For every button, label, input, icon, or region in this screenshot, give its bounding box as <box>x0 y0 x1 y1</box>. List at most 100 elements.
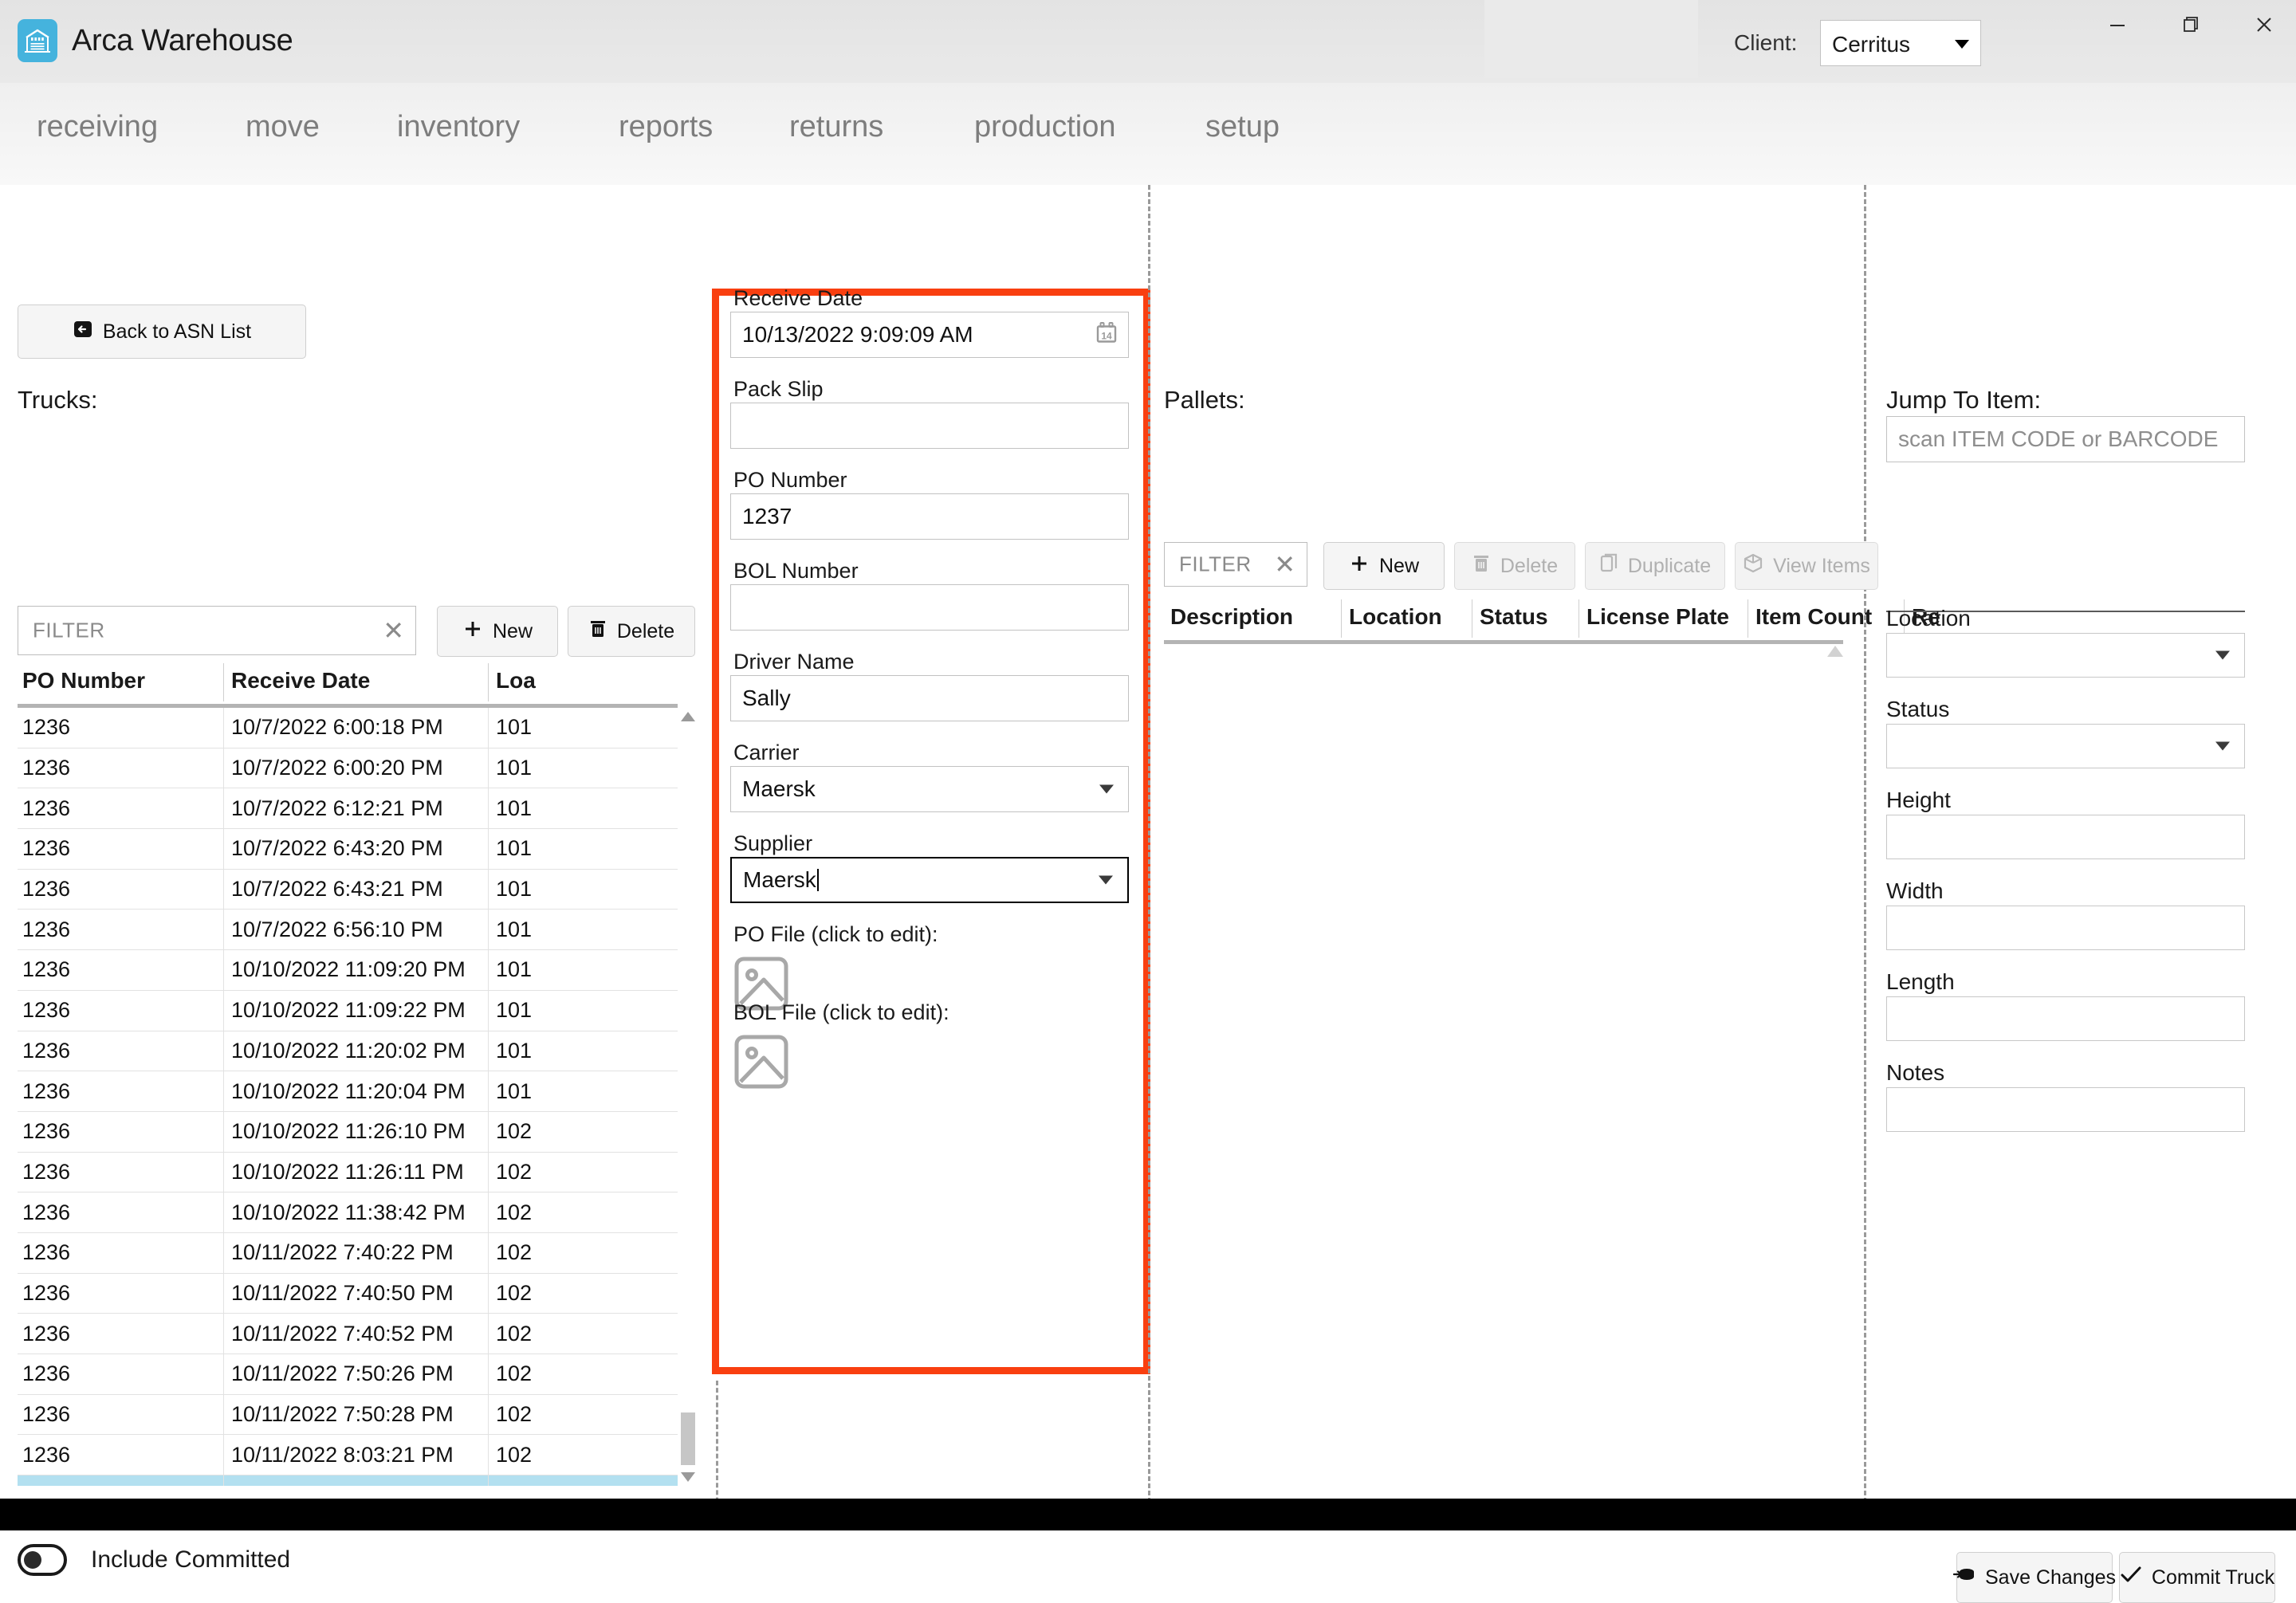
table-row[interactable]: 1236 10/10/2022 11:20:02 PM 1019 <box>18 1031 678 1072</box>
trucks-vertical-scrollbar[interactable] <box>679 708 697 1486</box>
status-label: Status <box>1886 697 1950 721</box>
table-row[interactable]: 1236 10/10/2022 11:38:42 PM 1020 <box>18 1192 678 1233</box>
cell-receive-date: 10/11/2022 7:50:26 PM <box>231 1361 454 1386</box>
client-dropdown[interactable]: Cerritus <box>1820 20 1981 66</box>
table-row[interactable]: 1236 10/11/2022 8:03:21 PM 1022 <box>18 1435 678 1476</box>
cell-po-number: 1236 <box>22 756 71 780</box>
table-row[interactable]: 1236 10/7/2022 6:56:10 PM 1018 <box>18 910 678 951</box>
back-arrow-icon <box>73 319 93 345</box>
trucks-scroll-thumb[interactable] <box>681 1412 695 1465</box>
receive-date-input[interactable]: 10/13/2022 9:09:09 AM 14 <box>730 312 1129 358</box>
table-row[interactable]: 1236 10/10/2022 11:09:22 PM 1019 <box>18 990 678 1031</box>
cell-divider <box>223 1435 224 1475</box>
table-row[interactable]: 1236 10/7/2022 6:12:21 PM 1016 <box>18 788 678 830</box>
calendar-icon[interactable]: 14 <box>1095 321 1119 349</box>
scroll-down-arrow-icon[interactable] <box>679 1468 697 1486</box>
bol-number-input[interactable] <box>730 584 1129 631</box>
cell-divider <box>488 1435 489 1475</box>
cell-divider <box>223 829 224 869</box>
nav-item-production[interactable]: production <box>974 110 1115 144</box>
table-row[interactable]: 1236 10/11/2022 7:40:52 PM 1021 <box>18 1314 678 1354</box>
cell-load: 1019 <box>496 1078 531 1103</box>
cell-po-number: 1236 <box>22 796 71 820</box>
pack-slip-input[interactable] <box>730 403 1129 449</box>
table-row[interactable]: 1236 10/11/2022 7:50:26 PM 1021 <box>18 1354 678 1395</box>
table-row[interactable]: 1237 10/13/2022 9:09:09 AM 0 <box>18 1475 678 1486</box>
length-input[interactable] <box>1886 996 2245 1041</box>
carrier-dropdown[interactable]: Maersk <box>730 766 1129 812</box>
column-header-item-count[interactable]: Item Count <box>1755 604 1872 630</box>
status-dropdown[interactable] <box>1886 724 2245 768</box>
notes-label: Notes <box>1886 1060 1945 1085</box>
include-committed-row: Include Committed <box>18 1544 290 1576</box>
column-header-po-number[interactable]: PO Number <box>22 668 222 693</box>
table-row[interactable]: 1236 10/10/2022 11:26:10 PM 1020 <box>18 1111 678 1153</box>
cell-divider <box>488 708 489 748</box>
maximize-button[interactable] <box>2154 0 2227 49</box>
column-header-load[interactable]: Loa <box>496 668 536 693</box>
cell-load: 1022 <box>496 1402 531 1427</box>
chevron-down-icon <box>1955 40 1969 49</box>
nav-item-returns[interactable]: returns <box>789 110 883 144</box>
trucks-delete-button[interactable]: Delete <box>568 606 695 657</box>
notes-input[interactable] <box>1886 1087 2245 1132</box>
cell-po-number: 1236 <box>22 1361 71 1386</box>
table-row[interactable]: 1236 10/11/2022 7:40:50 PM 1021 <box>18 1273 678 1314</box>
scroll-up-arrow-icon[interactable] <box>679 708 697 725</box>
height-input[interactable] <box>1886 815 2245 859</box>
nav-item-receiving[interactable]: receiving <box>37 110 158 144</box>
save-changes-button[interactable]: Save Changes <box>1952 1552 2116 1603</box>
jump-to-item-input[interactable]: scan ITEM CODE or BARCODE <box>1886 416 2245 462</box>
driver-name-input[interactable]: Sally <box>730 675 1129 721</box>
clear-x-icon[interactable]: ✕ <box>383 618 404 643</box>
nav-item-setup[interactable]: setup <box>1205 110 1280 144</box>
trucks-filter-input[interactable]: FILTER ✕ <box>18 606 416 655</box>
nav-item-move[interactable]: move <box>246 110 320 144</box>
column-header-location[interactable]: Location <box>1349 604 1442 630</box>
bol-file-image-placeholder-icon[interactable] <box>733 1032 789 1095</box>
table-row[interactable]: 1236 10/10/2022 11:09:20 PM 1019 <box>18 950 678 991</box>
table-row[interactable]: 1236 10/7/2022 6:43:20 PM 1017 <box>18 829 678 870</box>
table-row[interactable]: 1236 10/7/2022 6:00:20 PM 1016 <box>18 748 678 789</box>
nav-item-inventory[interactable]: inventory <box>397 110 520 144</box>
pallets-section-label: Pallets: <box>1164 386 1245 414</box>
table-row[interactable]: 1236 10/7/2022 6:43:21 PM 1017 <box>18 869 678 910</box>
minimize-button[interactable] <box>2081 0 2154 49</box>
pallets-view-items-label: View Items <box>1773 554 1870 577</box>
column-header-status[interactable]: Status <box>1480 604 1548 630</box>
scroll-up-arrow-icon[interactable] <box>1826 644 1845 662</box>
back-to-asn-list-button[interactable]: Back to ASN List <box>18 304 306 359</box>
column-header-description[interactable]: Description <box>1170 604 1293 630</box>
close-button[interactable] <box>2227 0 2296 49</box>
po-number-input[interactable]: 1237 <box>730 493 1129 540</box>
pallets-duplicate-button[interactable]: Duplicate <box>1585 542 1725 590</box>
cell-divider <box>223 1152 224 1192</box>
pallets-delete-button[interactable]: Delete <box>1454 542 1575 590</box>
pallets-new-button[interactable]: New <box>1323 542 1445 590</box>
table-row[interactable]: 1236 10/11/2022 7:50:28 PM 1022 <box>18 1394 678 1436</box>
location-dropdown[interactable] <box>1886 633 2245 678</box>
bol-number-label: BOL Number <box>733 559 859 583</box>
trucks-new-button[interactable]: New <box>437 606 558 657</box>
commit-truck-button[interactable]: Commit Truck <box>2119 1552 2275 1603</box>
width-input[interactable] <box>1886 906 2245 950</box>
supplier-dropdown[interactable]: Maersk <box>730 857 1129 903</box>
pallets-table-header: Description Location Status License Plat… <box>1164 599 1940 644</box>
table-row[interactable]: 1236 10/10/2022 11:20:04 PM 1019 <box>18 1071 678 1112</box>
table-row[interactable]: 1236 10/11/2022 7:40:22 PM 1021 <box>18 1232 678 1274</box>
table-row[interactable]: 1236 10/7/2022 6:00:18 PM 1016 <box>18 708 678 748</box>
clear-x-icon[interactable]: ✕ <box>1274 552 1295 577</box>
cell-divider <box>488 1273 489 1314</box>
column-header-receive-date[interactable]: Receive Date <box>231 668 486 693</box>
column-header-license-plate[interactable]: License Plate <box>1586 604 1729 630</box>
pallets-vertical-scrollbar[interactable] <box>1826 644 1845 1522</box>
client-label: Client: <box>1734 30 1798 55</box>
nav-item-reports[interactable]: reports <box>619 110 713 144</box>
include-committed-toggle[interactable] <box>18 1544 67 1576</box>
cell-load: 1019 <box>496 1038 531 1063</box>
pallets-view-items-button[interactable]: View Items <box>1735 542 1878 590</box>
back-to-asn-list-label: Back to ASN List <box>102 320 252 343</box>
pallets-filter-input[interactable]: FILTER ✕ <box>1164 542 1307 587</box>
table-row[interactable]: 1236 10/10/2022 11:26:11 PM 1020 <box>18 1152 678 1193</box>
cell-divider <box>488 1071 489 1111</box>
